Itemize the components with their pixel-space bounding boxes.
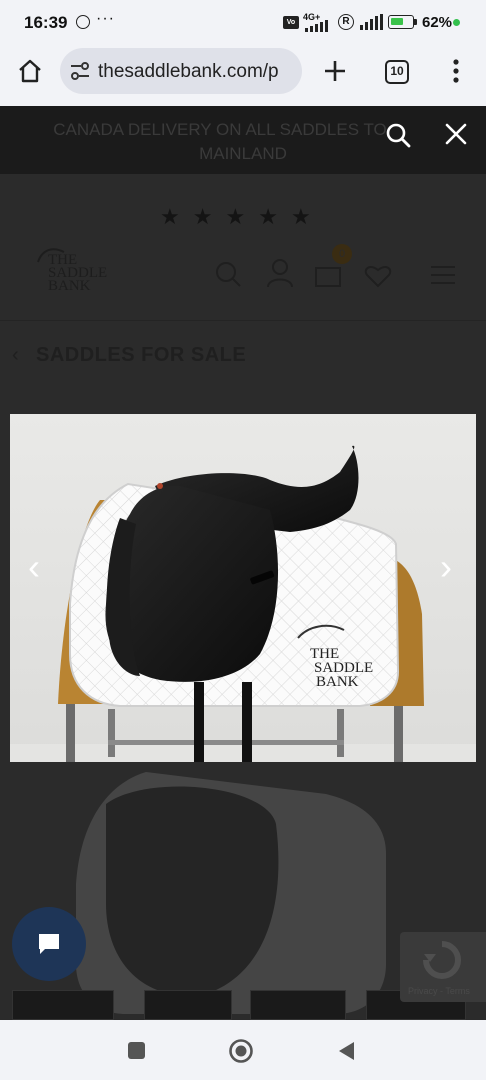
- site-settings-icon[interactable]: [70, 62, 90, 80]
- hamburger-menu-icon[interactable]: [430, 264, 456, 286]
- thumbnail[interactable]: [12, 990, 114, 1020]
- star-icon: ★: [225, 204, 259, 229]
- signal-icon-1: [305, 20, 328, 32]
- signal-icon-2: [360, 14, 383, 30]
- battery-percent: 62%: [422, 14, 453, 31]
- zoom-search-icon[interactable]: [385, 122, 411, 148]
- background-product-image: [66, 764, 396, 1020]
- site-logo[interactable]: THE SADDLE BANK: [48, 253, 107, 294]
- saddle-image: THE SADDLE BANK: [10, 414, 476, 762]
- roaming-icon: R: [338, 14, 354, 30]
- status-bar: 16:39 ··· Vo 4G+ R 62%: [0, 0, 486, 44]
- battery-cap: [414, 19, 417, 25]
- thumbnail[interactable]: [144, 990, 232, 1020]
- star-icon: ★: [160, 204, 193, 229]
- recent-apps-button[interactable]: [128, 1042, 145, 1059]
- star-icon: ★: [290, 204, 324, 229]
- banner-line-2: MAINLAND: [199, 144, 287, 163]
- rating-stars: ★★★★★: [160, 204, 324, 230]
- system-navigation-bar: [0, 1020, 486, 1080]
- home-icon[interactable]: [17, 58, 43, 84]
- banner-line-1: CANADA DELIVERY ON ALL SADDLES TO: [53, 120, 387, 139]
- next-image-arrow[interactable]: ›: [440, 546, 452, 588]
- recaptcha-badge[interactable]: Privacy - Terms: [400, 932, 486, 1002]
- message-notification-icon: [76, 15, 90, 29]
- volte-icon: Vo: [283, 16, 299, 29]
- browser-menu-icon[interactable]: [451, 58, 461, 84]
- thumbnail[interactable]: [250, 990, 346, 1020]
- back-arrow-icon[interactable]: ‹: [12, 344, 19, 367]
- star-icon: ★: [258, 204, 291, 229]
- chat-bubble-icon: [39, 934, 59, 954]
- star-icon: ★: [192, 204, 226, 229]
- url-text: thesaddlebank.com/p: [98, 61, 279, 82]
- watermark-line: BANK: [316, 674, 359, 690]
- product-photo[interactable]: THE SADDLE BANK: [10, 414, 476, 762]
- tab-switcher-button[interactable]: 10: [385, 60, 409, 84]
- cart-count-badge: 0: [332, 244, 352, 264]
- prev-image-arrow[interactable]: ‹: [28, 546, 40, 588]
- wishlist-heart-icon[interactable]: [364, 262, 392, 288]
- new-tab-icon[interactable]: [323, 59, 347, 83]
- live-chat-button[interactable]: [12, 907, 86, 981]
- clock: 16:39: [24, 13, 68, 32]
- back-button[interactable]: [336, 1040, 356, 1062]
- category-title: SADDLES FOR SALE: [36, 344, 247, 366]
- browser-toolbar: thesaddlebank.com/p 10: [0, 44, 486, 106]
- header-divider: [0, 320, 486, 321]
- search-icon[interactable]: [214, 260, 242, 288]
- battery-level: [391, 18, 403, 25]
- recaptcha-label: Privacy - Terms: [408, 986, 470, 996]
- recaptcha-icon: [423, 941, 461, 979]
- battery-icon: [388, 15, 414, 29]
- cart-icon[interactable]: [314, 262, 342, 288]
- logo-line: BANK: [48, 278, 91, 294]
- close-icon[interactable]: [444, 122, 468, 146]
- privacy-indicator-dot: [453, 19, 460, 26]
- address-bar[interactable]: thesaddlebank.com/p: [60, 48, 302, 94]
- account-icon[interactable]: [266, 258, 294, 288]
- more-notifications-icon: ···: [96, 10, 115, 27]
- home-button[interactable]: [228, 1038, 254, 1064]
- shipping-banner: CANADA DELIVERY ON ALL SADDLES TO MAINLA…: [0, 106, 486, 174]
- page-content: CANADA DELIVERY ON ALL SADDLES TO MAINLA…: [0, 106, 486, 1020]
